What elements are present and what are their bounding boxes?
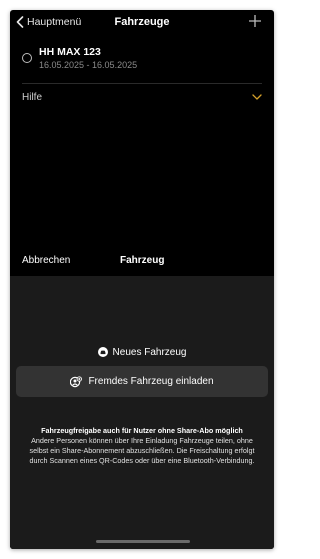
user-add-icon <box>70 375 83 387</box>
vehicle-dates: 16.05.2025 - 16.05.2025 <box>39 60 138 70</box>
info-title: Fahrzeugfreigabe auch für Nutzer ohne Sh… <box>41 426 243 435</box>
sheet-title: Fahrzeug <box>120 255 165 266</box>
nav-header: Hauptmenü Fahrzeuge <box>10 10 274 34</box>
bottom-sheet: Neues Fahrzeug Fremdes Fahrzeug einladen… <box>10 276 274 549</box>
help-label: Hilfe <box>22 92 43 103</box>
page-title: Fahrzeuge <box>114 16 170 28</box>
home-indicator <box>96 540 190 543</box>
vehicle-name: HH MAX 123 <box>39 46 101 58</box>
vehicle-list-item[interactable]: HH MAX 123 16.05.2025 - 16.05.2025 <box>10 38 274 80</box>
chevron-down-icon <box>252 94 262 100</box>
app-screen: Hauptmenü Fahrzeuge HH MAX 123 16.05.202… <box>10 10 274 549</box>
invite-vehicle-label: Fremdes Fahrzeug einladen <box>88 376 214 387</box>
new-vehicle-button[interactable]: Neues Fahrzeug <box>10 344 274 360</box>
new-vehicle-label: Neues Fahrzeug <box>112 346 187 358</box>
cancel-button[interactable]: Abbrechen <box>22 255 70 266</box>
plus-icon[interactable] <box>248 14 262 28</box>
help-row[interactable]: Hilfe <box>10 84 274 108</box>
invite-vehicle-button[interactable]: Fremdes Fahrzeug einladen <box>16 366 268 397</box>
vehicle-radio-button[interactable] <box>22 53 32 63</box>
sheet-header: Abbrechen Fahrzeug <box>10 248 274 276</box>
info-text: Andere Personen können über Ihre Einladu… <box>29 436 255 465</box>
car-icon <box>97 347 108 357</box>
